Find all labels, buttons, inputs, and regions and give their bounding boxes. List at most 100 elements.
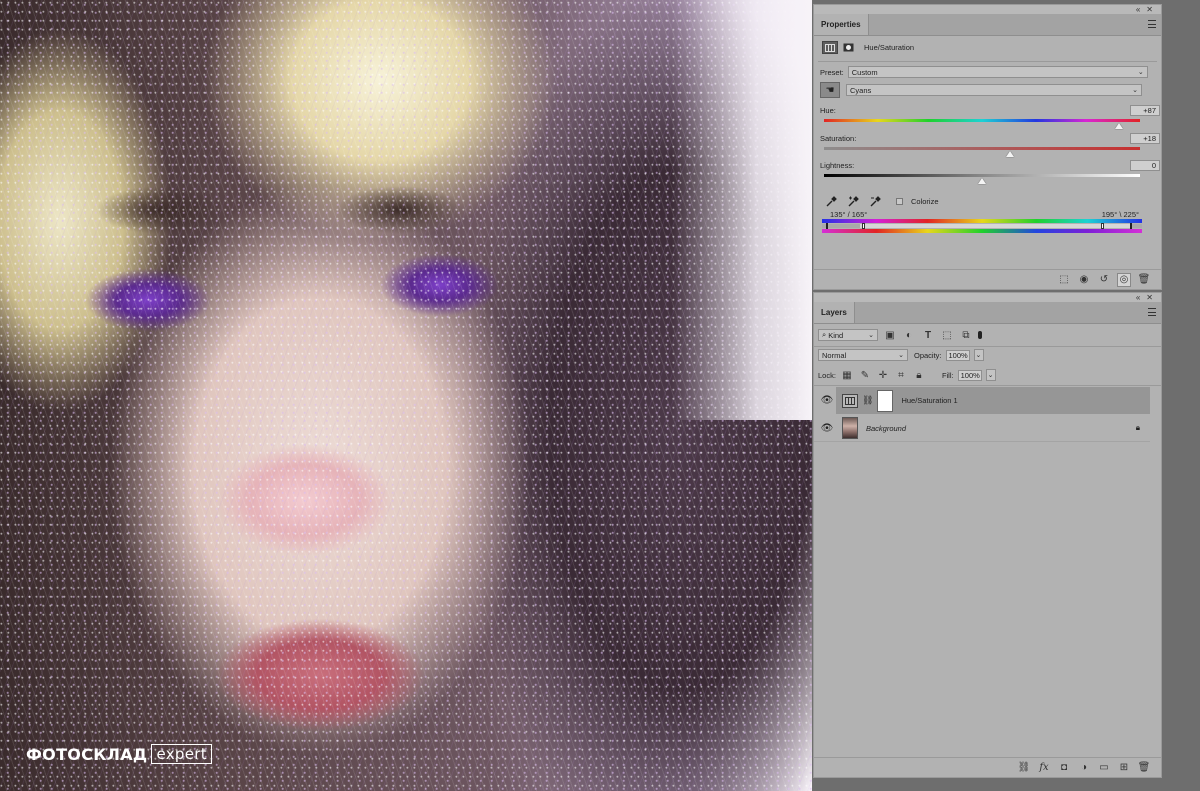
filter-kind-value: Kind	[828, 330, 844, 340]
eyedropper-minus-icon[interactable]	[868, 194, 882, 208]
clip-to-layer-icon[interactable]: ⬚	[1057, 273, 1071, 287]
lock-all-icon[interactable]: 🔒︎	[912, 368, 926, 382]
layer-mask-thumbnail[interactable]	[877, 389, 894, 412]
channel-select[interactable]: Cyans ⌄	[846, 84, 1142, 96]
filter-kind-select[interactable]: ⌕ Kind ⌄	[818, 329, 878, 341]
hue-slider-thumb[interactable]	[1115, 123, 1124, 129]
panel-topbar: « ✕	[814, 5, 1161, 14]
saturation-label: Saturation:	[820, 134, 857, 143]
blend-mode-select[interactable]: Normal ⌄	[818, 349, 908, 361]
trash-icon[interactable]: 🗑︎	[1137, 761, 1151, 775]
tab-layers[interactable]: Layers	[814, 302, 855, 323]
filter-shape-icon[interactable]: ⬚	[940, 328, 954, 342]
filter-adjustment-icon[interactable]: ◐	[902, 328, 916, 342]
hue-saturation-adjust-icon[interactable]	[822, 41, 838, 54]
background-thumbnail[interactable]	[842, 417, 858, 439]
add-mask-icon[interactable]: ◘	[1057, 761, 1071, 775]
saturation-slider-thumb[interactable]	[1006, 151, 1015, 157]
fill-input[interactable]: 100%	[957, 369, 982, 381]
link-chain-icon[interactable]: ⛓	[862, 395, 873, 406]
adjustment-title: Hue/Saturation	[864, 43, 915, 52]
new-layer-icon[interactable]: ⊞	[1117, 761, 1131, 775]
range-selector-bar[interactable]	[822, 223, 1142, 229]
layer-style-fx-icon[interactable]: fx	[1037, 761, 1051, 775]
blend-mode-value: Normal	[822, 350, 847, 360]
lock-position-icon[interactable]: ✛	[876, 368, 890, 382]
watermark-logo: ФОТОСКЛАД expert	[26, 744, 212, 764]
panel-menu-icon[interactable]	[1148, 308, 1156, 316]
layer-visibility-eye-icon[interactable]: 👁︎	[820, 394, 834, 408]
link-layers-icon[interactable]: ⛓	[1017, 761, 1031, 775]
result-hue-bar	[822, 229, 1142, 233]
trash-icon[interactable]: 🗑︎	[1137, 273, 1151, 287]
divider	[814, 385, 1161, 386]
close-icon[interactable]: ✕	[1146, 293, 1153, 302]
lightness-label: Lightness:	[820, 161, 855, 170]
filter-type-icon[interactable]: T	[921, 328, 935, 342]
layer-row-background[interactable]: 👁︎ Background 🔒︎	[814, 415, 1150, 442]
eyedropper-icon[interactable]	[824, 194, 838, 208]
layer-name[interactable]: Hue/Saturation 1	[901, 396, 957, 405]
fill-dropdown[interactable]: ⌄	[985, 369, 996, 381]
watermark-brand: ФОТОСКЛАД	[26, 744, 148, 764]
layer-visibility-eye-icon[interactable]: 👁︎	[820, 421, 834, 435]
filter-smartobject-icon[interactable]: ⧉	[959, 328, 973, 342]
chevron-down-icon: ⌄	[1137, 69, 1144, 76]
panel-menu-icon[interactable]	[1148, 20, 1156, 28]
divider	[818, 61, 1157, 62]
properties-panel: « ✕ Properties Hue/Saturation Preset: Cu…	[813, 4, 1162, 290]
eyedropper-plus-icon[interactable]	[846, 194, 860, 208]
chevron-down-icon: ⌄	[1132, 87, 1138, 94]
source-hue-bar	[822, 219, 1142, 223]
lightness-slider-track[interactable]	[824, 174, 1140, 177]
new-adjustment-layer-icon[interactable]: ◑	[1077, 761, 1091, 775]
hue-slider-track[interactable]	[824, 119, 1140, 122]
saturation-input[interactable]: +18	[1130, 133, 1160, 144]
chevron-down-icon: ⌄	[868, 332, 874, 339]
lightness-input[interactable]: 0	[1130, 160, 1160, 171]
saturation-slider-track[interactable]	[824, 147, 1140, 150]
mask-icon[interactable]	[841, 41, 855, 54]
divider	[814, 346, 1161, 347]
hue-input[interactable]: +87	[1130, 105, 1160, 116]
chevron-down-icon: ⌄	[898, 352, 904, 359]
new-group-folder-icon[interactable]: ▭	[1097, 761, 1111, 775]
opacity-input[interactable]: 100%	[945, 349, 970, 361]
reset-icon[interactable]: ↺	[1097, 273, 1111, 287]
collapse-icon[interactable]: «	[1136, 5, 1140, 14]
visibility-eye-icon[interactable]: ◎	[1117, 272, 1131, 287]
adjustment-thumbnail-icon	[842, 393, 858, 408]
preset-select[interactable]: Custom ⌄	[847, 66, 1148, 78]
panel-topbar: « ✕	[814, 293, 1161, 302]
range-left-readout: 135° / 165°	[830, 210, 868, 219]
image-canvas[interactable]: ФОТОСКЛАД expert	[0, 0, 812, 791]
lightness-slider-thumb[interactable]	[978, 178, 986, 184]
lock-label: Lock:	[818, 370, 836, 380]
layer-name[interactable]: Background	[866, 424, 906, 433]
filter-pixel-icon[interactable]: ▣	[883, 328, 897, 342]
colorize-checkbox[interactable]	[896, 197, 903, 205]
close-icon[interactable]: ✕	[1146, 5, 1153, 14]
lock-icon: 🔒︎	[1135, 423, 1140, 432]
targeted-adjustment-hand-icon[interactable]: ☚	[820, 82, 840, 98]
layers-footer: ⛓ fx ◘ ◑ ▭ ⊞ 🗑︎	[814, 757, 1161, 777]
preset-row: Preset: Custom ⌄	[820, 66, 1148, 78]
channel-row: ☚ Cyans ⌄	[820, 82, 1142, 98]
background-highlight	[672, 0, 812, 420]
lock-transparent-icon[interactable]: ▦	[840, 368, 854, 382]
layer-row-hue-saturation[interactable]: 👁︎ ⛓ Hue/Saturation 1	[814, 387, 1150, 414]
lock-artboard-icon[interactable]: ⌗	[894, 368, 908, 382]
hue-label: Hue:	[820, 106, 836, 115]
opacity-label: Opacity:	[914, 350, 942, 360]
blend-row: Normal ⌄ Opacity: 100% ⌄	[818, 349, 984, 361]
range-right-readout: 195° \ 225°	[1101, 210, 1139, 219]
channel-value: Cyans	[850, 85, 872, 95]
filter-toggle-icon[interactable]	[978, 331, 982, 339]
view-previous-state-icon[interactable]: ◉	[1077, 273, 1091, 287]
tab-properties[interactable]: Properties	[814, 14, 869, 35]
lock-image-icon[interactable]: ✎	[858, 368, 872, 382]
collapse-icon[interactable]: «	[1136, 293, 1140, 302]
opacity-dropdown[interactable]: ⌄	[973, 349, 984, 361]
preset-label: Preset:	[820, 67, 844, 77]
watermark-sub: expert	[151, 744, 212, 764]
